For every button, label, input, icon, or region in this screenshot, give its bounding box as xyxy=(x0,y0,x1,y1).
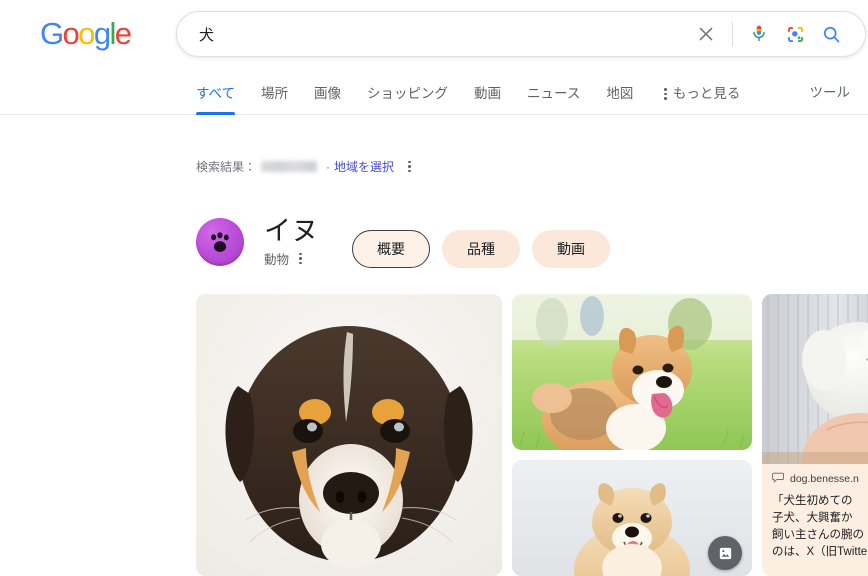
article-card[interactable]: dog.benesse.n 「犬生初めての 子犬、大興奮か 飼い主さんの腕の の… xyxy=(762,294,868,576)
logo-letter-g1: G xyxy=(40,16,64,51)
article-source-label: dog.benesse.n xyxy=(790,473,859,485)
search-bar-divider xyxy=(732,22,733,46)
tab-news[interactable]: ニュース xyxy=(514,86,593,115)
tab-all-label: すべて xyxy=(196,86,236,101)
mosaic-column-article: dog.benesse.n 「犬生初めての 子犬、大興奮か 飼い主さんの腕の の… xyxy=(762,294,868,576)
google-logo[interactable]: Google xyxy=(40,16,132,51)
more-options-icon xyxy=(664,88,667,100)
white-puppy-photo xyxy=(762,294,868,464)
tab-videos-label: 動画 xyxy=(474,86,502,101)
results-location-blurred xyxy=(261,161,318,172)
google-lens-icon[interactable] xyxy=(777,14,813,54)
search-input[interactable] xyxy=(177,25,688,43)
chip-breeds-label: 品種 xyxy=(467,241,495,257)
tab-shopping[interactable]: ショッピング xyxy=(354,86,461,115)
logo-letter-g2: g xyxy=(93,16,111,51)
tab-maps-label: 地図 xyxy=(606,86,634,101)
mosaic-column-secondary xyxy=(512,294,752,576)
article-snippet-line-1: 「犬生初めての xyxy=(772,495,853,507)
search-nav-bar: すべて 場所 画像 ショッピング 動画 ニュース 地図 もっと見る ツール xyxy=(0,70,868,115)
logo-letter-o1: o xyxy=(62,16,80,51)
search-tabs: すべて 場所 画像 ショッピング 動画 ニュース 地図 もっと見る xyxy=(196,70,753,115)
chip-overview[interactable]: 概要 xyxy=(352,230,430,268)
secondary-image-card[interactable] xyxy=(512,294,752,450)
article-body: dog.benesse.n 「犬生初めての 子犬、大興奮か 飼い主さんの腕の の… xyxy=(762,464,868,576)
tertiary-image-card[interactable] xyxy=(512,460,752,576)
tools-button[interactable]: ツール xyxy=(810,81,851,101)
tab-videos[interactable]: 動画 xyxy=(461,86,514,115)
article-snippet: 「犬生初めての 子犬、大興奮か 飼い主さんの腕の のは、X（旧Twitte xyxy=(772,493,868,561)
speech-bubble-icon xyxy=(772,472,784,486)
microphone-icon[interactable] xyxy=(741,14,777,54)
knowledge-panel-chips: 概要 品種 動画 xyxy=(352,230,610,268)
knowledge-panel-menu-icon[interactable] xyxy=(299,252,302,265)
article-source: dog.benesse.n xyxy=(772,472,868,486)
tab-more-label: もっと見る xyxy=(672,86,741,101)
image-mosaic: dog.benesse.n 「犬生初めての 子犬、大興奮か 飼い主さんの腕の の… xyxy=(196,294,868,576)
results-meta-menu-icon[interactable] xyxy=(408,160,411,173)
chip-videos[interactable]: 動画 xyxy=(532,230,610,268)
article-image xyxy=(762,294,868,464)
tab-places[interactable]: 場所 xyxy=(248,86,301,115)
tab-shopping-label: ショッピング xyxy=(367,86,449,101)
search-bar-icons xyxy=(688,14,865,54)
tab-maps[interactable]: 地図 xyxy=(593,86,646,115)
results-meta-separator: · xyxy=(326,159,331,174)
tab-more[interactable]: もっと見る xyxy=(646,86,753,115)
shiba-inu-photo xyxy=(512,294,752,450)
tab-places-label: 場所 xyxy=(261,86,289,101)
search-submit-icon[interactable] xyxy=(813,14,849,54)
knowledge-panel-titles: イヌ 動物 xyxy=(264,216,319,268)
article-snippet-line-3: 飼い主さんの腕の xyxy=(772,529,864,541)
tab-images[interactable]: 画像 xyxy=(301,86,354,115)
knowledge-panel-header: イヌ 動物 xyxy=(196,216,319,268)
logo-letter-o2: o xyxy=(78,16,95,51)
tab-all[interactable]: すべて xyxy=(196,86,248,115)
mosaic-column-primary xyxy=(196,294,502,576)
primary-image-card[interactable] xyxy=(196,294,502,576)
clear-search-icon[interactable] xyxy=(688,14,724,54)
tab-images-label: 画像 xyxy=(314,86,342,101)
tab-news-label: ニュース xyxy=(527,86,581,101)
chip-videos-label: 動画 xyxy=(557,241,585,257)
change-location-link[interactable]: 地域を選択 xyxy=(334,158,394,175)
tricolor-puppy-photo xyxy=(196,294,502,576)
image-gallery-icon[interactable] xyxy=(708,536,742,570)
knowledge-panel-title: イヌ xyxy=(264,216,319,246)
page-header: Google xyxy=(0,0,868,70)
article-snippet-line-4: のは、X（旧Twitte xyxy=(772,546,868,558)
results-meta-prefix: 検索結果： xyxy=(196,160,257,174)
logo-letter-e: e xyxy=(114,16,132,51)
results-meta: 検索結果： · 地域を選択 xyxy=(196,158,411,175)
knowledge-panel-subtitle: 動物 xyxy=(264,253,290,267)
article-snippet-line-2: 子犬、大興奮か xyxy=(772,512,853,524)
chip-overview-label: 概要 xyxy=(377,241,405,257)
paw-print-icon xyxy=(196,218,244,266)
search-bar[interactable] xyxy=(176,11,866,57)
chip-breeds[interactable]: 品種 xyxy=(442,230,520,268)
